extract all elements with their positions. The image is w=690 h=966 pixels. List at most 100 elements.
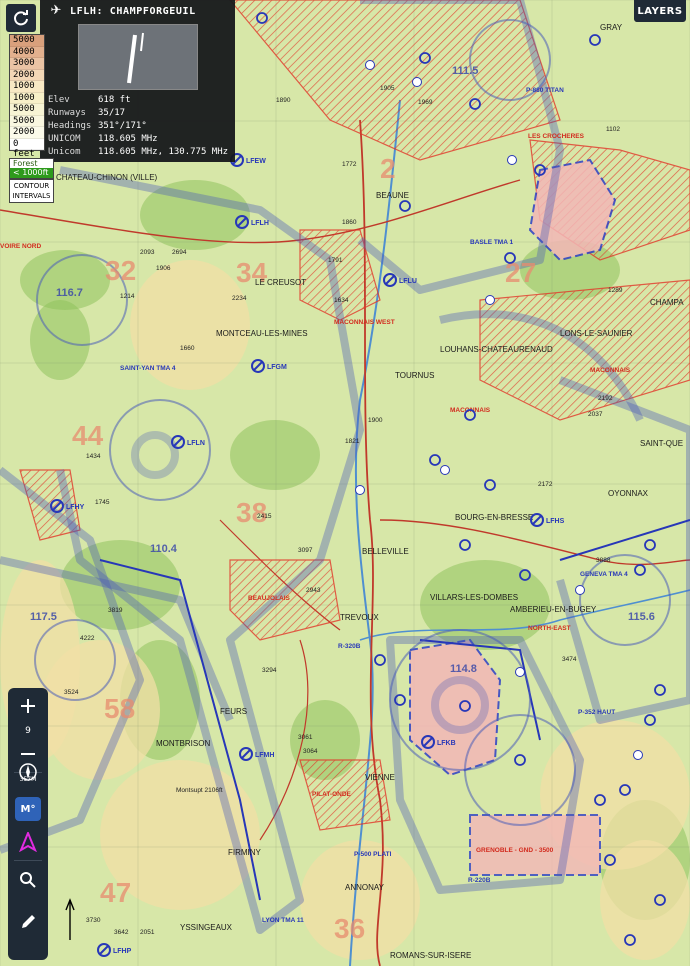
airspace-label: GRENOBLE - GND - 3500 (476, 847, 554, 854)
airport-code: LFLU (399, 278, 417, 285)
airplane-icon: ✈ (50, 3, 62, 18)
taxiway-strip (140, 32, 144, 52)
airport-field-row: Headings 351°/171° (48, 120, 228, 133)
area-number: 58 (104, 693, 135, 724)
airspace-label: P-352 HAUT (578, 709, 615, 716)
spot-elevation: 1969 (418, 99, 433, 106)
draw-button[interactable] (12, 908, 44, 936)
danger-area (469, 814, 601, 876)
pencil-icon (22, 915, 35, 928)
area-number: 32 (105, 255, 136, 286)
spot-elevation: 1434 (86, 453, 101, 460)
airport-code: LFLN (187, 440, 205, 447)
vor-frequency: 114.8 (450, 663, 477, 675)
airspace-label: GENEVA TMA 4 (580, 571, 628, 578)
elevation-band: 1000 (10, 81, 44, 93)
helipad-icon (355, 485, 365, 495)
helipad-icon (365, 60, 375, 70)
place-name: SAINT-QUE (640, 439, 683, 448)
elevation-band: 5000 (10, 115, 44, 127)
plus-icon (21, 699, 35, 713)
place-name: VILLARS-LES-DOMBES (430, 593, 518, 602)
search-button[interactable] (12, 866, 44, 894)
units-toggle-button[interactable]: M° (15, 797, 41, 821)
spot-elevation: 1791 (328, 257, 343, 264)
spot-elevation: 1660 (180, 345, 195, 352)
helipad-icon (507, 155, 517, 165)
airport-field-value: 35/17 (98, 108, 126, 118)
layers-button[interactable]: LAYERS (634, 0, 686, 22)
spot-elevation: 3097 (298, 547, 313, 554)
helipad-icon (440, 465, 450, 475)
zoom-in-button[interactable] (12, 692, 44, 720)
area-number: 2 (380, 153, 396, 184)
elevation-band: 5000 (10, 35, 44, 47)
spot-elevation: 2172 (538, 481, 553, 488)
place-name: ANNONAY (345, 883, 385, 892)
airport-field-key: Headings (48, 121, 92, 131)
spot-elevation: 3730 (86, 917, 101, 924)
helipad-icon (412, 77, 422, 87)
airport-code: LFHS (546, 518, 565, 525)
airport-field-key: UNICOM (48, 134, 81, 144)
airport-code: LFHY (66, 504, 85, 511)
spot-elevation: 2051 (140, 929, 155, 936)
spot-elevation: 3294 (262, 667, 277, 674)
contour-intervals-button[interactable]: CONTOUR INTERVALS (9, 179, 54, 203)
runway-strip (127, 34, 137, 84)
airspace-label: R-220B (468, 877, 491, 884)
distance-readout: 357M (19, 776, 37, 783)
helipad-icon (515, 667, 525, 677)
airport-code: LFEW (246, 158, 266, 165)
airport-field-row: Elev 618 ft (48, 94, 228, 107)
spot-elevation: 1906 (156, 265, 171, 272)
runway-diagram (78, 24, 198, 90)
zoom-level: 9 (25, 726, 31, 736)
place-name: BELLEVILLE (362, 547, 409, 556)
area-number: 36 (334, 913, 365, 944)
spot-elevation: 2415 (257, 513, 272, 520)
spot-elevation: 3474 (562, 656, 577, 663)
airport-field-row: Runways 35/17 (48, 107, 228, 120)
forest-area (230, 420, 320, 490)
navigation-arrow-button[interactable] (12, 828, 44, 856)
airspace-label: BASLE TMA 1 (470, 239, 513, 246)
spot-elevation: 3888 (596, 557, 611, 564)
relief-area (600, 840, 690, 960)
area-number: 44 (72, 420, 104, 451)
place-name: MONTCEAU-LES-MINES (216, 329, 308, 338)
place-name: GRAY (600, 23, 623, 32)
forest-label: Forest (13, 159, 38, 168)
map-toolbar: 9 357M M° (8, 688, 48, 960)
refresh-button[interactable] (6, 4, 36, 32)
spot-elevation: 3064 (303, 748, 318, 755)
spot-elevation: 1289 (608, 287, 623, 294)
place-name: BOURG-EN-BRESSE (455, 513, 533, 522)
place-name: AMBERIEU-EN-BUGEY (510, 605, 597, 614)
area-number: 47 (100, 877, 131, 908)
place-name: CHATEAU-CHINON (VILLE) (56, 173, 158, 182)
airspace-label: MACONNAIS WEST (334, 319, 395, 326)
spot-elevation: 2694 (172, 249, 187, 256)
place-name: LONS-LE-SAUNIER (560, 329, 633, 338)
elevation-band: 3000 (10, 58, 44, 70)
spot-elevation: 1890 (276, 97, 291, 104)
spot-elevation: 1772 (342, 161, 357, 168)
refresh-icon (14, 10, 28, 26)
helipad-icon (575, 585, 585, 595)
place-name: FIRMINY (228, 848, 262, 857)
airport-code: LFHP (113, 948, 132, 955)
airport-code: LFMH (255, 752, 274, 759)
airspace-label: VOIRE NORD (0, 243, 41, 250)
airspace-label: PILAT-ONDE (312, 791, 352, 798)
area-number: 27 (505, 257, 536, 288)
elevation-band: 1000 (10, 92, 44, 104)
elevation-band: 4000 (10, 46, 44, 58)
airport-code: LFGM (267, 364, 287, 371)
airspace-label: LES CROCHERES (528, 133, 585, 140)
airspace-label: P-880 TITAN (526, 87, 564, 94)
vor-frequency: 115.6 (628, 611, 655, 623)
elevation-band: 5000 (10, 104, 44, 116)
elevation-band: 0 feet (10, 138, 44, 159)
search-icon (20, 872, 36, 888)
